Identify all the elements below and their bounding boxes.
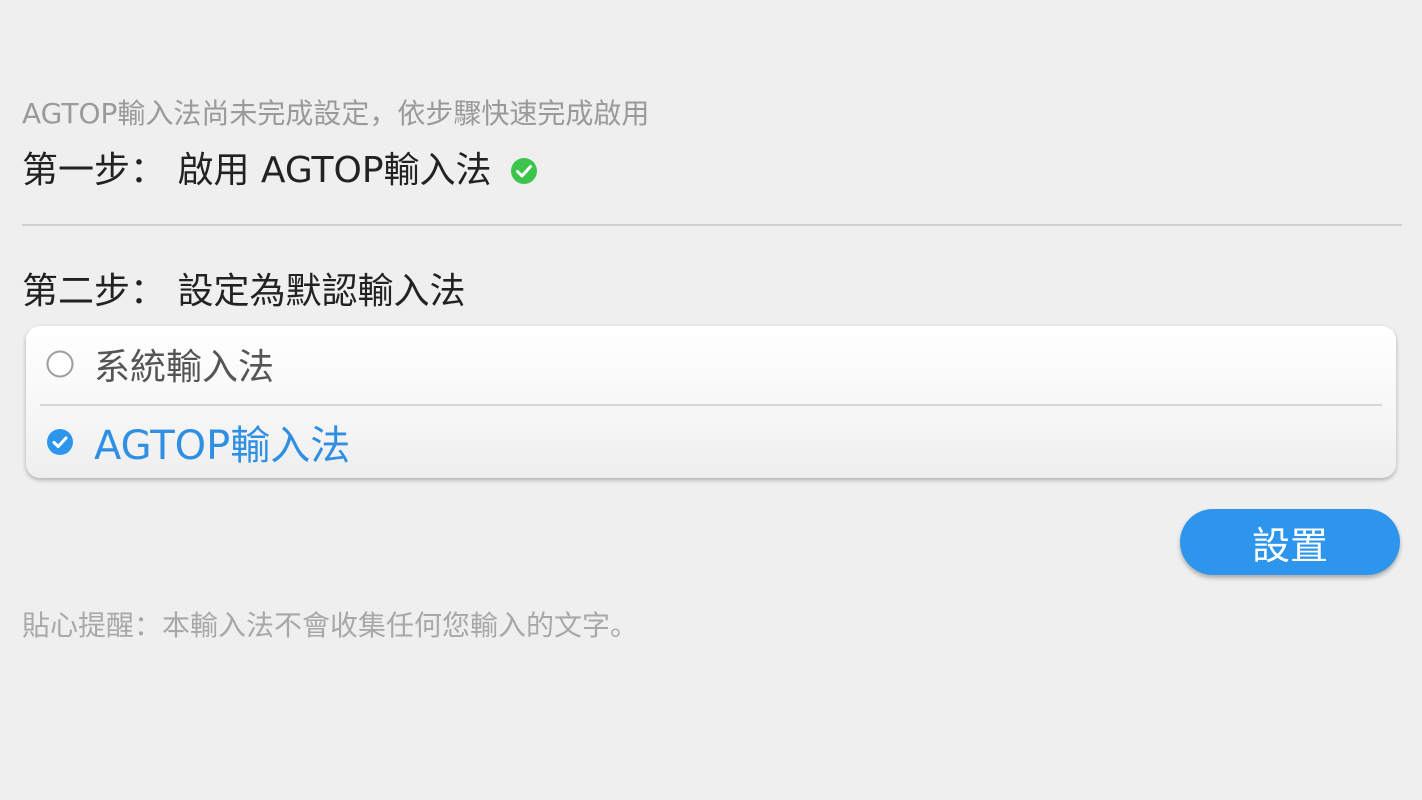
input-method-options: 系統輸入法 AGTOP輸入法 bbox=[26, 326, 1396, 478]
option-label: 系統輸入法 bbox=[94, 347, 275, 388]
step2-label: 第二步： 設定為默認輸入法 bbox=[22, 271, 466, 312]
radio-checked-icon[interactable] bbox=[46, 428, 74, 456]
option-label: AGTOP輸入法 bbox=[94, 423, 351, 469]
step1-label: 第一步： 啟用 AGTOP輸入法 bbox=[22, 150, 492, 191]
option-system-input-method[interactable]: 系統輸入法 bbox=[26, 326, 1396, 402]
setup-intro-text: AGTOP輸入法尚未完成設定，依步驟快速完成啟用 bbox=[22, 97, 650, 130]
check-circle-icon bbox=[510, 153, 538, 184]
section-divider bbox=[22, 224, 1402, 226]
option-agtop-input-method[interactable]: AGTOP輸入法 bbox=[26, 404, 1396, 480]
radio-unchecked-icon[interactable] bbox=[46, 350, 74, 378]
privacy-reminder-text: 貼心提醒：本輸入法不會收集任何您輸入的文字。 bbox=[22, 609, 639, 642]
set-button[interactable]: 設置 bbox=[1180, 509, 1400, 575]
step1-row: 第一步： 啟用 AGTOP輸入法 bbox=[22, 144, 538, 191]
